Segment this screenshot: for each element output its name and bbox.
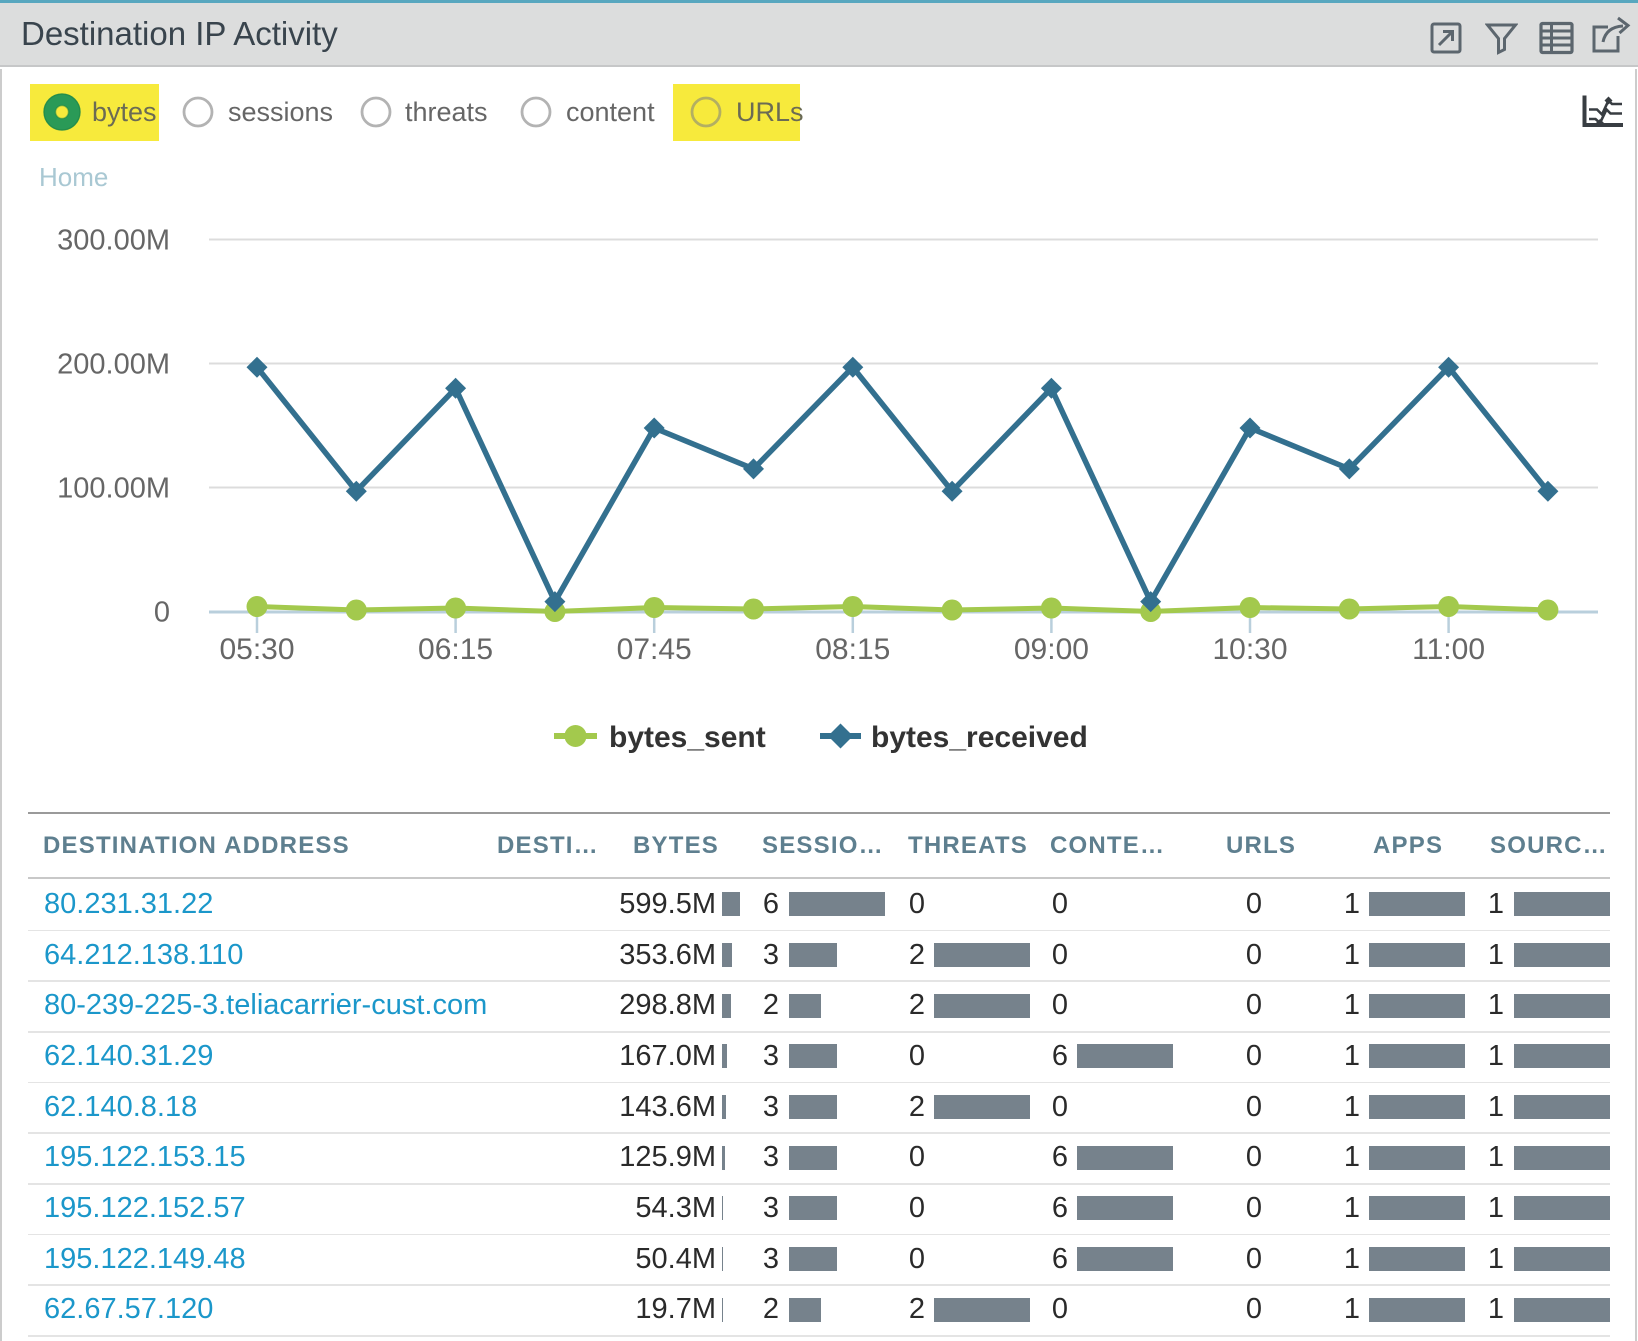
svg-text:07:45: 07:45 — [617, 633, 692, 666]
svg-text:09:00: 09:00 — [1014, 633, 1089, 666]
svg-text:0: 0 — [154, 597, 170, 629]
svg-text:200.00M: 200.00M — [57, 349, 170, 381]
svg-text:06:15: 06:15 — [418, 633, 493, 666]
svg-text:bytes_sent: bytes_sent — [609, 721, 766, 754]
svg-text:100.00M: 100.00M — [57, 473, 170, 505]
svg-text:bytes_received: bytes_received — [871, 721, 1088, 754]
svg-text:11:00: 11:00 — [1412, 633, 1485, 666]
svg-text:300.00M: 300.00M — [57, 225, 170, 257]
svg-text:08:15: 08:15 — [815, 633, 890, 666]
svg-text:05:30: 05:30 — [219, 633, 294, 666]
svg-text:10:30: 10:30 — [1212, 633, 1287, 666]
